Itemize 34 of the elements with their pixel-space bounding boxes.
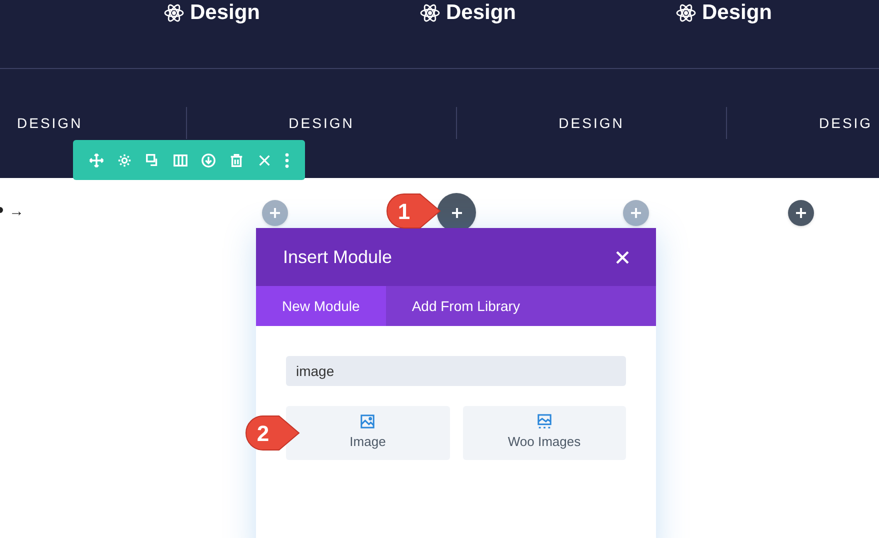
step-callout: 1: [386, 193, 442, 229]
plus-icon: [796, 208, 806, 218]
nav-link[interactable]: DESIG: [819, 112, 873, 134]
more-icon[interactable]: [285, 152, 289, 168]
add-button[interactable]: [788, 200, 814, 226]
plus-icon: [631, 208, 641, 218]
module-button[interactable]: Image: [286, 406, 450, 460]
search-field[interactable]: image: [286, 356, 626, 386]
save-icon[interactable]: [201, 152, 216, 168]
module-button[interactable]: Woo Images: [462, 406, 626, 460]
logo-title: Design: [190, 1, 262, 25]
plus-icon: [270, 208, 280, 218]
atom-icon: [420, 3, 440, 23]
dialog-tab[interactable]: Add From Library: [386, 286, 546, 326]
image-icon: [360, 414, 376, 430]
delete-icon[interactable]: [229, 152, 244, 168]
nav-link[interactable]: DESIGN: [288, 112, 354, 134]
columns-icon[interactable]: [173, 152, 188, 168]
arrow-text: →: [9, 202, 24, 222]
logo-title: Design: [446, 1, 518, 25]
nav-link[interactable]: DESIGN: [558, 112, 624, 134]
move-icon[interactable]: [89, 152, 104, 168]
atom-icon: [164, 3, 184, 23]
duplicate-icon[interactable]: [145, 152, 160, 168]
dialog-tab[interactable]: New Module: [256, 286, 386, 326]
nav-link[interactable]: DESIGN: [17, 112, 83, 134]
settings-icon[interactable]: [117, 152, 132, 168]
step-callout: 2: [245, 415, 301, 451]
gallery-icon: [536, 414, 552, 430]
logo-title: Design: [702, 1, 774, 25]
plus-icon: [452, 208, 462, 218]
atom-icon: [676, 3, 696, 23]
dialog-title: Insert Module: [283, 246, 392, 268]
close-icon[interactable]: [616, 250, 629, 264]
